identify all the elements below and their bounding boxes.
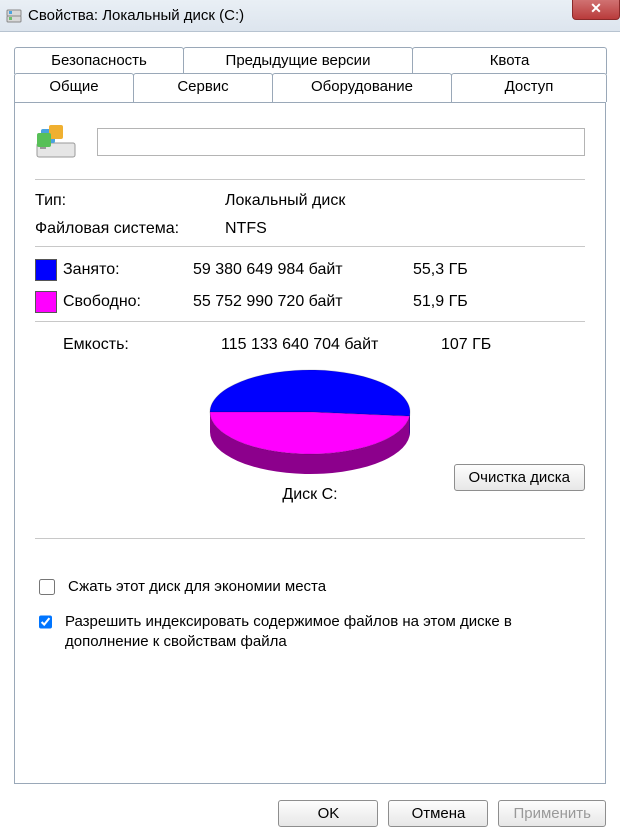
tab-panel-general: Тип: Локальный диск Файловая система: NT… (14, 102, 606, 784)
compress-label: Сжать этот диск для экономии места (68, 577, 326, 597)
used-swatch (35, 259, 57, 281)
disk-cleanup-button[interactable]: Очистка диска (454, 464, 586, 491)
compress-checkbox-row[interactable]: Сжать этот диск для экономии места (35, 577, 585, 598)
tab-row-upper: Безопасность Предыдущие версии Квота (14, 46, 606, 73)
tab-label: Сервис (177, 78, 228, 95)
index-checkbox[interactable] (39, 614, 52, 630)
tab-tools[interactable]: Сервис (133, 73, 273, 102)
tab-row-lower: Общие Сервис Оборудование Доступ (14, 73, 606, 102)
drive-header-row (35, 123, 585, 161)
type-fs-grid: Тип: Локальный диск Файловая система: NT… (35, 192, 585, 238)
compress-checkbox[interactable] (39, 579, 55, 595)
tab-label: Безопасность (51, 52, 147, 69)
properties-window: Свойства: Локальный диск (C:) ✕ Безопасн… (0, 0, 620, 839)
tab-hardware[interactable]: Оборудование (272, 73, 452, 102)
index-checkbox-row[interactable]: Разрешить индексировать содержимое файло… (35, 612, 585, 653)
fs-value: NTFS (225, 220, 585, 238)
tab-label: Общие (49, 78, 98, 95)
tab-previous-versions[interactable]: Предыдущие версии (183, 47, 413, 74)
free-swatch (35, 291, 57, 313)
client-area: Безопасность Предыдущие версии Квота Общ… (0, 32, 620, 790)
button-label: Очистка диска (469, 469, 571, 486)
ok-button[interactable]: OK (278, 800, 378, 827)
type-value: Локальный диск (225, 192, 585, 210)
separator (35, 246, 585, 247)
capacity-row: Емкость: 115 133 640 704 байт 107 ГБ (35, 336, 585, 354)
close-icon: ✕ (590, 0, 602, 17)
checkbox-group: Сжать этот диск для экономии места Разре… (35, 577, 585, 653)
button-label: Применить (513, 805, 591, 822)
window-title: Свойства: Локальный диск (C:) (28, 7, 244, 24)
fs-label: Файловая система: (35, 220, 225, 238)
chart-zone: Диск C: Очистка диска (35, 362, 585, 532)
separator (35, 179, 585, 180)
pie-chart (200, 362, 420, 482)
drive-name-input[interactable] (97, 128, 585, 156)
tab-quota[interactable]: Квота (412, 47, 607, 74)
free-bytes: 55 752 990 720 байт (193, 293, 413, 311)
separator (35, 538, 585, 539)
used-pretty: 55,3 ГБ (413, 261, 493, 279)
separator (35, 321, 585, 322)
disk-caption: Диск C: (282, 486, 337, 504)
tab-label: Квота (490, 52, 530, 69)
used-bytes: 59 380 649 984 байт (193, 261, 413, 279)
capacity-label: Емкость: (63, 336, 221, 354)
capacity-bytes: 115 133 640 704 байт (221, 336, 441, 354)
dialog-footer: OK Отмена Применить (0, 790, 620, 839)
tab-strip: Безопасность Предыдущие версии Квота Общ… (14, 46, 606, 102)
drive-large-icon (35, 123, 77, 161)
drive-titlebar-icon (6, 8, 22, 24)
close-button[interactable]: ✕ (572, 0, 620, 20)
index-label: Разрешить индексировать содержимое файло… (65, 612, 585, 653)
button-label: OK (318, 805, 340, 822)
capacity-pretty: 107 ГБ (441, 336, 521, 354)
titlebar: Свойства: Локальный диск (C:) ✕ (0, 0, 620, 32)
type-label: Тип: (35, 192, 225, 210)
cancel-button[interactable]: Отмена (388, 800, 488, 827)
free-label: Свободно: (63, 293, 193, 311)
usage-grid: Занято: 59 380 649 984 байт 55,3 ГБ Своб… (35, 259, 585, 313)
tab-general[interactable]: Общие (14, 73, 134, 102)
tab-label: Оборудование (311, 78, 413, 95)
tab-sharing[interactable]: Доступ (451, 73, 607, 102)
used-label: Занято: (63, 261, 193, 279)
tab-label: Доступ (505, 78, 554, 95)
tab-security[interactable]: Безопасность (14, 47, 184, 74)
button-label: Отмена (412, 805, 466, 822)
tab-label: Предыдущие версии (226, 52, 371, 69)
apply-button[interactable]: Применить (498, 800, 606, 827)
free-pretty: 51,9 ГБ (413, 293, 493, 311)
